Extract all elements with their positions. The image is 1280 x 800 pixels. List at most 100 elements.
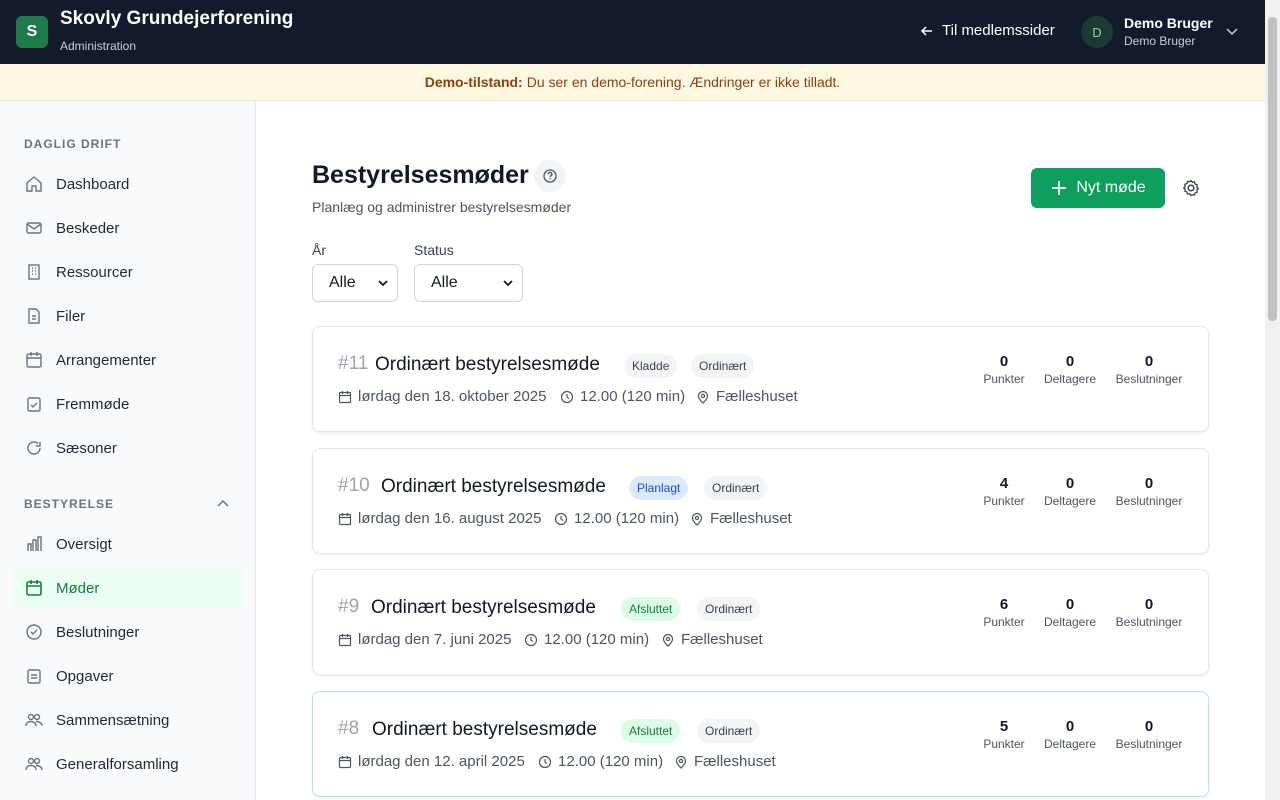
- stat-points: 4 Punkter: [981, 475, 1027, 508]
- meeting-number: #8: [338, 718, 360, 739]
- map-pin-icon: [675, 755, 687, 769]
- meeting-card[interactable]: #11 Ordinært bestyrelsesmøde Kladde Ordi…: [312, 326, 1209, 432]
- meeting-time-text: 12.00 (120 min): [558, 753, 664, 770]
- demo-banner-label: Demo-tilstand:: [424, 74, 523, 90]
- top-bar: S Skovly Grundejerforening Administratio…: [0, 0, 1280, 64]
- sidebar-item-meetings[interactable]: Møder: [12, 568, 243, 608]
- sidebar-item-messages[interactable]: Beskeder: [12, 208, 243, 248]
- meeting-date-text: lørdag den 7. juni 2025: [358, 631, 512, 648]
- meeting-card[interactable]: #10 Ordinært bestyrelsesmøde Planlagt Or…: [312, 448, 1209, 554]
- stat-participants: 0 Deltagere: [1039, 596, 1101, 629]
- gear-icon[interactable]: [1181, 178, 1201, 198]
- type-badge: Ordinært: [697, 597, 761, 621]
- scrollbar-thumb[interactable]: [1268, 17, 1277, 321]
- meeting-date: lørdag den 12. april 2025: [338, 753, 525, 770]
- stat-value: 4: [999, 475, 1009, 492]
- sidebar-item-label: Fremmøde: [56, 395, 130, 413]
- calendar-icon: [338, 755, 352, 768]
- meeting-card[interactable]: #8 Ordinært bestyrelsesmøde Afsluttet Or…: [312, 691, 1209, 797]
- status-badge: Planlagt: [629, 476, 689, 500]
- back-link-label: Til medlemssider: [942, 22, 1055, 39]
- page-title: Bestyrelsesmøder: [312, 161, 529, 189]
- meeting-title: Ordinært bestyrelsesmøde: [372, 719, 597, 740]
- scrollbar[interactable]: [1265, 0, 1280, 800]
- file-icon: [24, 306, 44, 326]
- sidebar: DAGLIG DRIFT Dashboard Beskeder Ressourc…: [0, 101, 256, 800]
- stat-decisions: 0 Beslutninger: [1112, 718, 1186, 751]
- sidebar-item-label: Møder: [56, 579, 100, 597]
- meeting-time: 12.00 (120 min): [538, 753, 663, 770]
- stat-participants: 0 Deltagere: [1039, 353, 1101, 386]
- mail-icon: [24, 218, 44, 238]
- status-filter-value: Alle: [431, 274, 458, 291]
- app-subtitle: Administration: [60, 39, 137, 53]
- type-badge: Ordinært: [691, 354, 755, 378]
- clipboard-check-icon: [24, 394, 44, 414]
- status-badge: Afsluttet: [621, 597, 681, 621]
- stat-participants: 0 Deltagere: [1039, 718, 1101, 751]
- sidebar-item-tasks[interactable]: Opgaver: [12, 656, 243, 696]
- sidebar-item-label: Oversigt: [56, 535, 112, 553]
- year-filter-select[interactable]: Alle: [312, 264, 398, 302]
- plus-icon: [1052, 181, 1067, 195]
- map-pin-icon: [697, 390, 709, 404]
- app-title[interactable]: Skovly Grundejerforening: [60, 8, 293, 30]
- stat-points: 0 Punkter: [981, 353, 1027, 386]
- sidebar-item-dashboard[interactable]: Dashboard: [12, 164, 243, 204]
- meeting-date-text: lørdag den 18. oktober 2025: [358, 388, 547, 405]
- sidebar-item-events[interactable]: Arrangementer: [12, 340, 243, 380]
- avatar[interactable]: D: [1081, 16, 1113, 48]
- meeting-title: Ordinært bestyrelsesmøde: [375, 354, 600, 375]
- meeting-number: #9: [338, 596, 360, 617]
- meeting-place-text: Fælleshuset: [694, 753, 776, 770]
- new-meeting-button[interactable]: Nyt møde: [1031, 168, 1165, 208]
- type-badge: Ordinært: [697, 719, 761, 743]
- sidebar-item-decisions[interactable]: Beslutninger: [12, 612, 243, 652]
- stat-value: 0: [1144, 475, 1154, 492]
- sidebar-item-general-assembly[interactable]: Generalforsamling: [12, 744, 243, 784]
- meeting-place: Fælleshuset: [696, 388, 798, 405]
- meeting-time-text: 12.00 (120 min): [580, 388, 686, 405]
- demo-banner: Demo-tilstand: Du ser en demo-forening. …: [0, 64, 1265, 101]
- stat-value: 0: [1144, 353, 1154, 370]
- stat-label: Punkter: [983, 615, 1025, 629]
- sidebar-item-label: Sammensætning: [56, 711, 170, 729]
- status-filter-select[interactable]: Alle: [414, 264, 523, 302]
- calendar-icon: [338, 633, 352, 646]
- type-badge: Ordinært: [704, 476, 768, 500]
- user-subtitle: Demo Bruger: [1124, 34, 1196, 48]
- clock-icon: [560, 390, 574, 403]
- sidebar-item-label: Filer: [56, 307, 86, 325]
- refresh-icon: [24, 438, 44, 458]
- sidebar-item-attendance[interactable]: Fremmøde: [12, 384, 243, 424]
- stat-value: 0: [1065, 353, 1075, 370]
- stat-value: 0: [999, 353, 1009, 370]
- clock-icon: [538, 755, 552, 768]
- sidebar-item-label: Opgaver: [56, 667, 114, 685]
- new-meeting-label: Nyt møde: [1076, 179, 1146, 196]
- meeting-time-text: 12.00 (120 min): [544, 631, 650, 648]
- meeting-card[interactable]: #9 Ordinært bestyrelsesmøde Afsluttet Or…: [312, 569, 1209, 675]
- clock-icon: [554, 512, 568, 525]
- user-name[interactable]: Demo Bruger: [1124, 15, 1213, 31]
- meeting-place: Fælleshuset: [674, 753, 776, 770]
- sidebar-item-composition[interactable]: Sammensætning: [12, 700, 243, 740]
- sidebar-item-overview[interactable]: Oversigt: [12, 524, 243, 564]
- meeting-place: Fælleshuset: [661, 631, 763, 648]
- stat-value: 5: [999, 718, 1009, 735]
- page-subtitle: Planlæg og administrer bestyrelsesmøder: [312, 199, 572, 215]
- back-to-members-link[interactable]: Til medlemssider: [920, 22, 1055, 39]
- sidebar-item-label: Beslutninger: [56, 623, 140, 641]
- chevron-down-icon[interactable]: [1225, 24, 1239, 38]
- stat-label: Beslutninger: [1115, 372, 1183, 386]
- calendar-icon: [338, 512, 352, 525]
- sidebar-item-label: Generalforsamling: [56, 755, 179, 773]
- chevron-up-icon[interactable]: [216, 497, 230, 511]
- users-icon: [24, 754, 44, 774]
- help-button[interactable]: [534, 160, 566, 192]
- chevron-down-icon: [503, 280, 513, 287]
- sidebar-item-files[interactable]: Filer: [12, 296, 243, 336]
- stat-label: Deltagere: [1043, 737, 1097, 751]
- sidebar-item-seasons[interactable]: Sæsoner: [12, 428, 243, 468]
- sidebar-item-resources[interactable]: Ressourcer: [12, 252, 243, 292]
